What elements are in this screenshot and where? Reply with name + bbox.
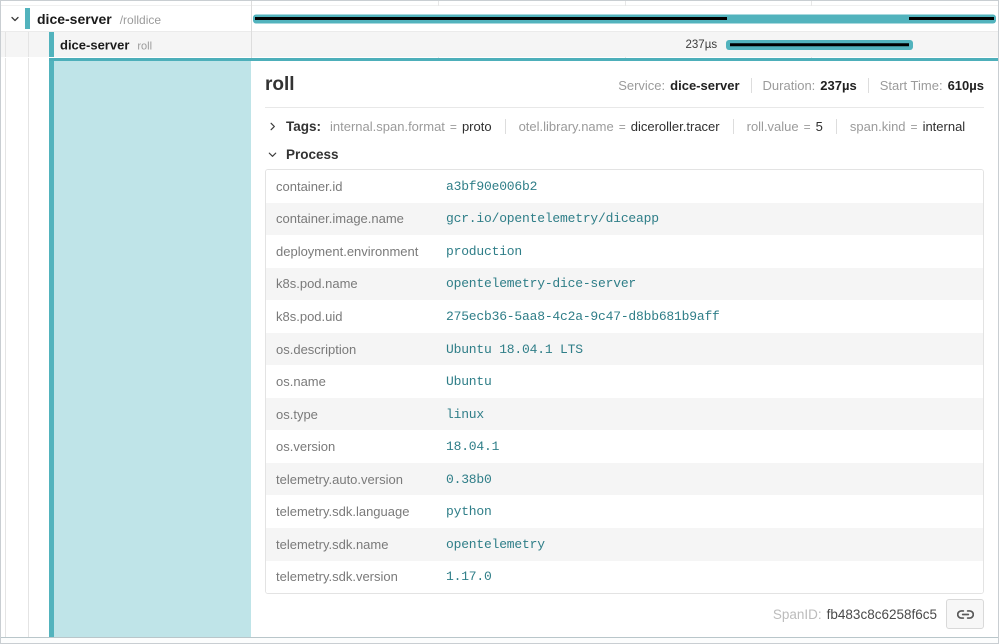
overview-start-time: Start Time: 610µs: [868, 78, 984, 93]
span-duration-bar[interactable]: [253, 14, 996, 23]
row-key: container.id: [276, 179, 446, 194]
row-value: 275ecb36-5aa8-4c2a-9c47-d8bb681b9aff: [446, 309, 720, 324]
tags-label: Tags:: [286, 119, 321, 134]
row-value: gcr.io/opentelemetry/diceapp: [446, 211, 659, 226]
tags-summary: internal.span.format = proto otel.librar…: [330, 119, 965, 134]
trace-timeline: dice-server/rolldice dice-serverroll 237…: [1, 1, 998, 58]
spanid-label: SpanID:: [773, 607, 822, 622]
row-value: a3bf90e006b2: [446, 179, 537, 194]
row-key: os.version: [276, 439, 446, 454]
row-key: telemetry.sdk.version: [276, 569, 446, 584]
process-accordion-header[interactable]: Process: [265, 147, 984, 162]
link-icon: [957, 606, 974, 623]
span-row-rolldice[interactable]: dice-server/rolldice: [1, 6, 998, 31]
row-value: opentelemetry: [446, 537, 545, 552]
detail-footer: SpanID: fb483c8c6258f6c5: [265, 594, 984, 634]
chevron-right-icon: [265, 120, 279, 134]
span-detail-section: roll Service: dice-server Duration: 237µ…: [1, 58, 998, 637]
table-row: k8s.pod.uid275ecb36-5aa8-4c2a-9c47-d8bb6…: [266, 300, 983, 333]
copy-span-link-button[interactable]: [946, 599, 984, 629]
span-duration-bar[interactable]: [726, 40, 913, 50]
row-key: os.type: [276, 407, 446, 422]
operation-name: /rolldice: [120, 13, 161, 27]
service-name: dice-serverroll: [60, 37, 152, 52]
table-row: container.image.namegcr.io/opentelemetry…: [266, 203, 983, 236]
critical-path-segment: [255, 17, 727, 20]
critical-path-segment: [909, 17, 994, 20]
indent-guide: [5, 32, 6, 57]
detail-header: roll Service: dice-server Duration: 237µ…: [265, 61, 984, 108]
row-value: 0.38b0: [446, 472, 492, 487]
table-row: k8s.pod.nameopentelemetry-dice-server: [266, 268, 983, 301]
overview-service: Service: dice-server: [618, 78, 739, 93]
row-value: 18.04.1: [446, 439, 499, 454]
row-key: telemetry.sdk.language: [276, 504, 446, 519]
table-row: telemetry.sdk.nameopentelemetry: [266, 528, 983, 561]
tag-item: otel.library.name = diceroller.tracer: [505, 119, 720, 134]
row-value: Ubuntu: [446, 374, 492, 389]
row-key: container.image.name: [276, 211, 446, 226]
table-row: telemetry.sdk.version1.17.0: [266, 561, 983, 594]
jaeger-span-detail-page: dice-server/rolldice dice-serverroll 237…: [0, 0, 999, 644]
row-key: os.name: [276, 374, 446, 389]
tag-item: roll.value = 5: [733, 119, 823, 134]
span-bar-area: [251, 6, 998, 31]
indent-guide: [5, 58, 6, 637]
row-value: production: [446, 244, 522, 259]
process-label: Process: [286, 147, 339, 162]
critical-path-segment: [730, 43, 909, 47]
collapse-children-button[interactable]: [8, 12, 22, 26]
tags-accordion-header[interactable]: Tags: internal.span.format = proto otel.…: [265, 119, 984, 134]
overview-duration: Duration: 237µs: [751, 78, 857, 93]
span-bar-area: 237µs: [251, 32, 998, 57]
service-name: dice-server/rolldice: [37, 11, 161, 27]
table-row: os.version18.04.1: [266, 430, 983, 463]
span-overview: Service: dice-server Duration: 237µs Sta…: [618, 78, 984, 93]
indent-guide: [28, 58, 29, 637]
row-key: telemetry.sdk.name: [276, 537, 446, 552]
row-value: Ubuntu 18.04.1 LTS: [446, 342, 583, 357]
detail-left-gutter: [1, 58, 251, 637]
span-duration-label: 237µs: [686, 39, 727, 51]
service-color-strip: [49, 32, 54, 57]
table-row: telemetry.sdk.languagepython: [266, 495, 983, 528]
detail-top-accent-border: [49, 58, 251, 61]
tag-item: span.kind = internal: [836, 119, 965, 134]
table-row: os.typelinux: [266, 398, 983, 431]
span-name-column: dice-server/rolldice: [1, 6, 251, 31]
window-bottom-edge: [1, 637, 998, 644]
chevron-down-icon: [265, 148, 279, 162]
row-value: python: [446, 504, 492, 519]
row-value: opentelemetry-dice-server: [446, 276, 636, 291]
name-column-divider[interactable]: [251, 1, 252, 58]
process-key-value-table: container.ida3bf90e006b2 container.image…: [265, 169, 984, 594]
span-operation-title: roll: [265, 74, 618, 96]
span-name-column: dice-serverroll: [1, 32, 251, 57]
span-detail-panel: roll Service: dice-server Duration: 237µ…: [251, 58, 998, 637]
table-row: telemetry.auto.version0.38b0: [266, 463, 983, 496]
tag-item: internal.span.format = proto: [330, 119, 492, 134]
row-key: os.description: [276, 342, 446, 357]
row-key: deployment.environment: [276, 244, 446, 259]
span-row-roll-selected[interactable]: dice-serverroll 237µs: [1, 31, 998, 57]
indent-guide: [28, 32, 29, 57]
operation-name: roll: [137, 40, 152, 52]
row-key: k8s.pod.name: [276, 276, 446, 291]
table-row: os.nameUbuntu: [266, 365, 983, 398]
table-row: os.descriptionUbuntu 18.04.1 LTS: [266, 333, 983, 366]
span-color-fill: [54, 58, 251, 637]
chevron-down-icon: [9, 13, 21, 25]
row-value: linux: [446, 407, 484, 422]
service-color-strip: [25, 8, 30, 29]
table-row: container.ida3bf90e006b2: [266, 170, 983, 203]
row-key: k8s.pod.uid: [276, 309, 446, 324]
service-color-strip: [49, 58, 54, 637]
row-value: 1.17.0: [446, 569, 492, 584]
row-key: telemetry.auto.version: [276, 472, 446, 487]
spanid-value: fb483c8c6258f6c5: [827, 607, 937, 622]
table-row: deployment.environmentproduction: [266, 235, 983, 268]
